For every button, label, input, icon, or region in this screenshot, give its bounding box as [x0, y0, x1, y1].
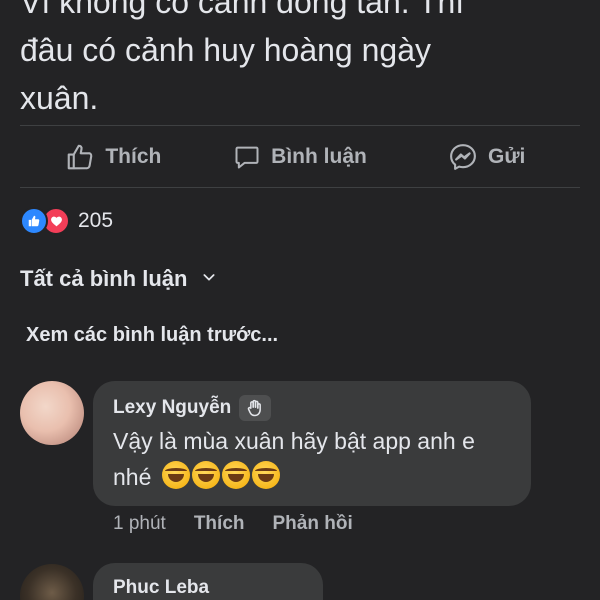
comment-icon — [233, 143, 261, 171]
comment-bubble[interactable]: Lexy Nguyễn Vậy là mùa xuân hãy bật app … — [93, 381, 531, 506]
sort-label: Tất cả bình luận — [20, 266, 188, 291]
comment-reply-button[interactable]: Phản hồi — [273, 513, 353, 535]
view-previous-comments-link[interactable]: Xem các bình luận trước... — [26, 324, 278, 347]
rofl-emoji-icon — [191, 461, 220, 489]
thumbs-up-icon — [65, 142, 95, 172]
like-button[interactable]: Thích — [20, 126, 207, 188]
post-text: Vì không có cảnh đông tàn. Thì đâu có cả… — [20, 0, 580, 122]
emoji-group — [161, 461, 280, 489]
send-button[interactable]: Gửi — [393, 126, 580, 188]
comment-author-name[interactable]: Phuc Leba — [113, 577, 209, 599]
post-text-line: xuân. — [20, 80, 99, 116]
comment-sort-dropdown[interactable]: Tất cả bình luận — [20, 266, 217, 292]
comment-text-fragment: nhé — [113, 464, 152, 490]
comment-author: Lexy Nguyễn — [113, 395, 272, 421]
comment-like-button[interactable]: Thích — [194, 513, 245, 535]
comment-text-line: Vậy là mùa xuân hãy bật app anh e — [113, 428, 475, 454]
comment-time: 1 phút — [113, 513, 166, 534]
post-text-line: đâu có cảnh huy hoàng ngày — [20, 32, 431, 68]
post-text-line: Vì không có cảnh đông tàn. Thì — [20, 0, 465, 20]
reaction-summary[interactable]: 205 — [20, 206, 113, 236]
comment-text: Vậy là mùa xuân hãy bật app anh e nhé — [113, 423, 523, 495]
like-reaction-icon — [20, 207, 48, 235]
post-detail-screen: Vì không có cảnh đông tàn. Thì đâu có cả… — [0, 0, 600, 600]
comment-author-name[interactable]: Lexy Nguyễn — [113, 397, 231, 419]
send-label: Gửi — [487, 145, 526, 168]
like-label: Thích — [105, 145, 162, 168]
rofl-emoji-icon — [161, 461, 190, 489]
messenger-icon — [448, 142, 478, 172]
divider — [20, 187, 580, 188]
comment-button[interactable]: Bình luận — [207, 126, 394, 188]
fan-badge-icon — [239, 395, 272, 421]
comment-bubble[interactable]: Phuc Leba — [93, 563, 323, 600]
comment-author: Phuc Leba — [113, 577, 209, 599]
rofl-emoji-icon — [221, 461, 250, 489]
post-action-bar: Thích Bình luận Gửi — [20, 126, 580, 188]
avatar[interactable] — [20, 564, 84, 600]
chevron-down-icon — [201, 269, 217, 290]
reaction-count: 205 — [78, 209, 114, 232]
comment-text-line: nhé — [113, 459, 523, 495]
rofl-emoji-icon — [251, 461, 280, 489]
comment-meta: 1 phút Thích Phản hồi — [113, 513, 353, 535]
avatar[interactable] — [20, 381, 84, 445]
comment-label: Bình luận — [271, 145, 367, 168]
